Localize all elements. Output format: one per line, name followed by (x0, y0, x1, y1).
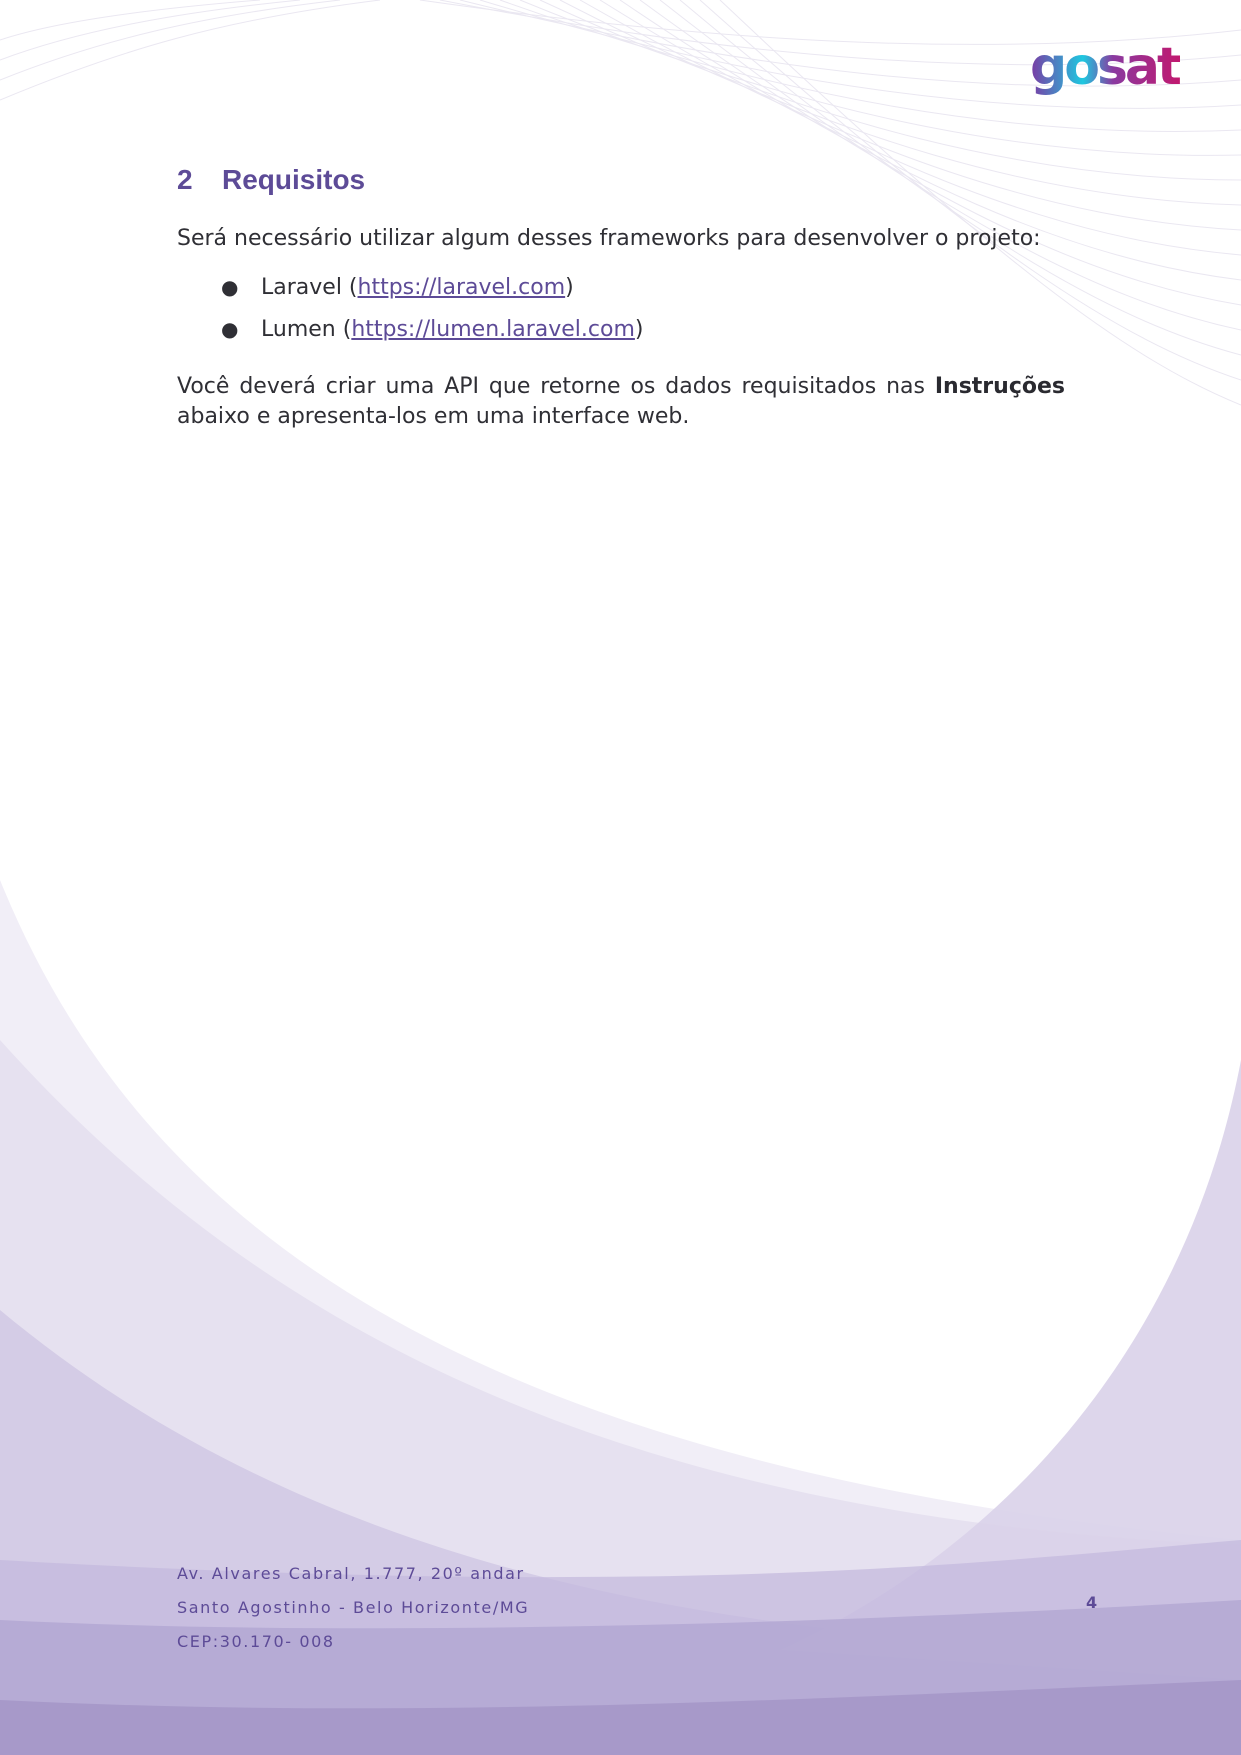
framework-name: Lumen ( (261, 316, 352, 342)
bullet-icon: ● (221, 275, 239, 299)
main-content: 2 Requisitos Será necessário utilizar al… (177, 160, 1065, 432)
svg-text:gosat: gosat (1030, 38, 1180, 97)
api-text-after: abaixo e apresenta-los em uma interface … (177, 404, 690, 429)
api-text-before: Você deverá criar uma API que retorne os… (177, 374, 935, 399)
lumen-link[interactable]: https://lumen.laravel.com (351, 317, 635, 342)
list-item-laravel: ● Laravel (https://laravel.com) (221, 266, 1065, 308)
laravel-link[interactable]: https://laravel.com (358, 275, 566, 300)
framework-close: ) (634, 316, 644, 342)
api-paragraph: Você deverá criar uma API que retorne os… (177, 372, 1065, 432)
list-item-lumen: ● Lumen (https://lumen.laravel.com) (221, 308, 1065, 350)
framework-name: Laravel ( (261, 274, 358, 300)
frameworks-list: ● Laravel (https://laravel.com) ● Lumen … (177, 266, 1065, 350)
footer-address: Av. Alvares Cabral, 1.777, 20º andar San… (177, 1557, 529, 1659)
section-heading: 2 Requisitos (177, 160, 1065, 200)
address-line-2: Santo Agostinho - Belo Horizonte/MG (177, 1598, 530, 1617)
address-line-1: Av. Alvares Cabral, 1.777, 20º andar (177, 1564, 525, 1583)
address-line-3: CEP:30.170- 008 (177, 1632, 335, 1651)
intro-paragraph: Será necessário utilizar algum desses fr… (177, 226, 1041, 251)
section-number: 2 (177, 164, 193, 195)
api-text-bold: Instruções (934, 374, 1065, 399)
framework-close: ) (565, 274, 574, 300)
bullet-icon: ● (221, 317, 239, 341)
document-page: gosat 2 Requisitos Será necessário utili… (0, 0, 1241, 1755)
page-number: 4 (1086, 1593, 1098, 1612)
section-title: Requisitos (222, 164, 366, 195)
gosat-logo: gosat (1030, 38, 1180, 97)
